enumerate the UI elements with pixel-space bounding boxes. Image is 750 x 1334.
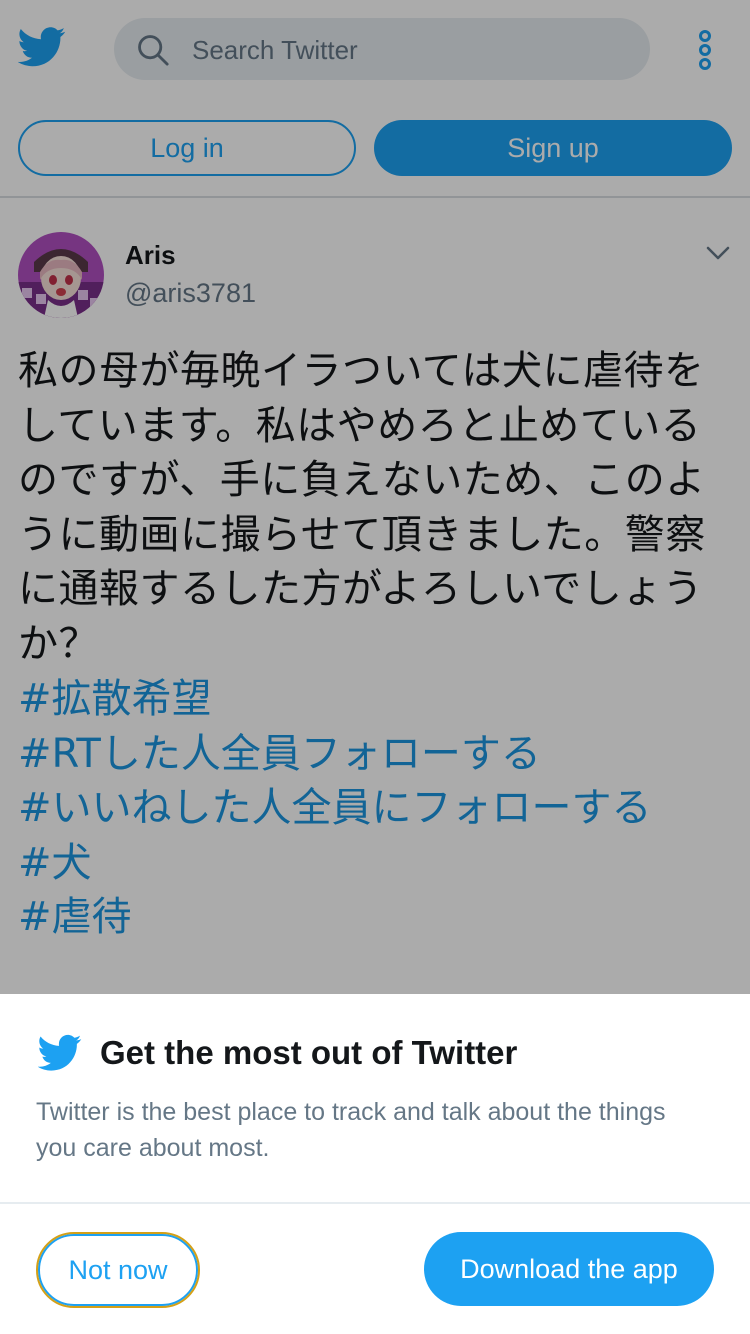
app-download-prompt: Get the most out of Twitter Twitter is t… [0,994,750,1334]
download-app-button[interactable]: Download the app [424,1232,714,1306]
prompt-title: Get the most out of Twitter [100,1034,518,1071]
prompt-description: Twitter is the best place to track and t… [36,1098,666,1162]
prompt-divider [0,1202,750,1204]
twitter-bird-icon [38,1034,82,1071]
tweet-page: Log in Sign up Aris @aris3781 [0,0,750,1334]
modal-backdrop[interactable] [0,0,750,994]
not-now-button[interactable]: Not now [36,1232,200,1308]
